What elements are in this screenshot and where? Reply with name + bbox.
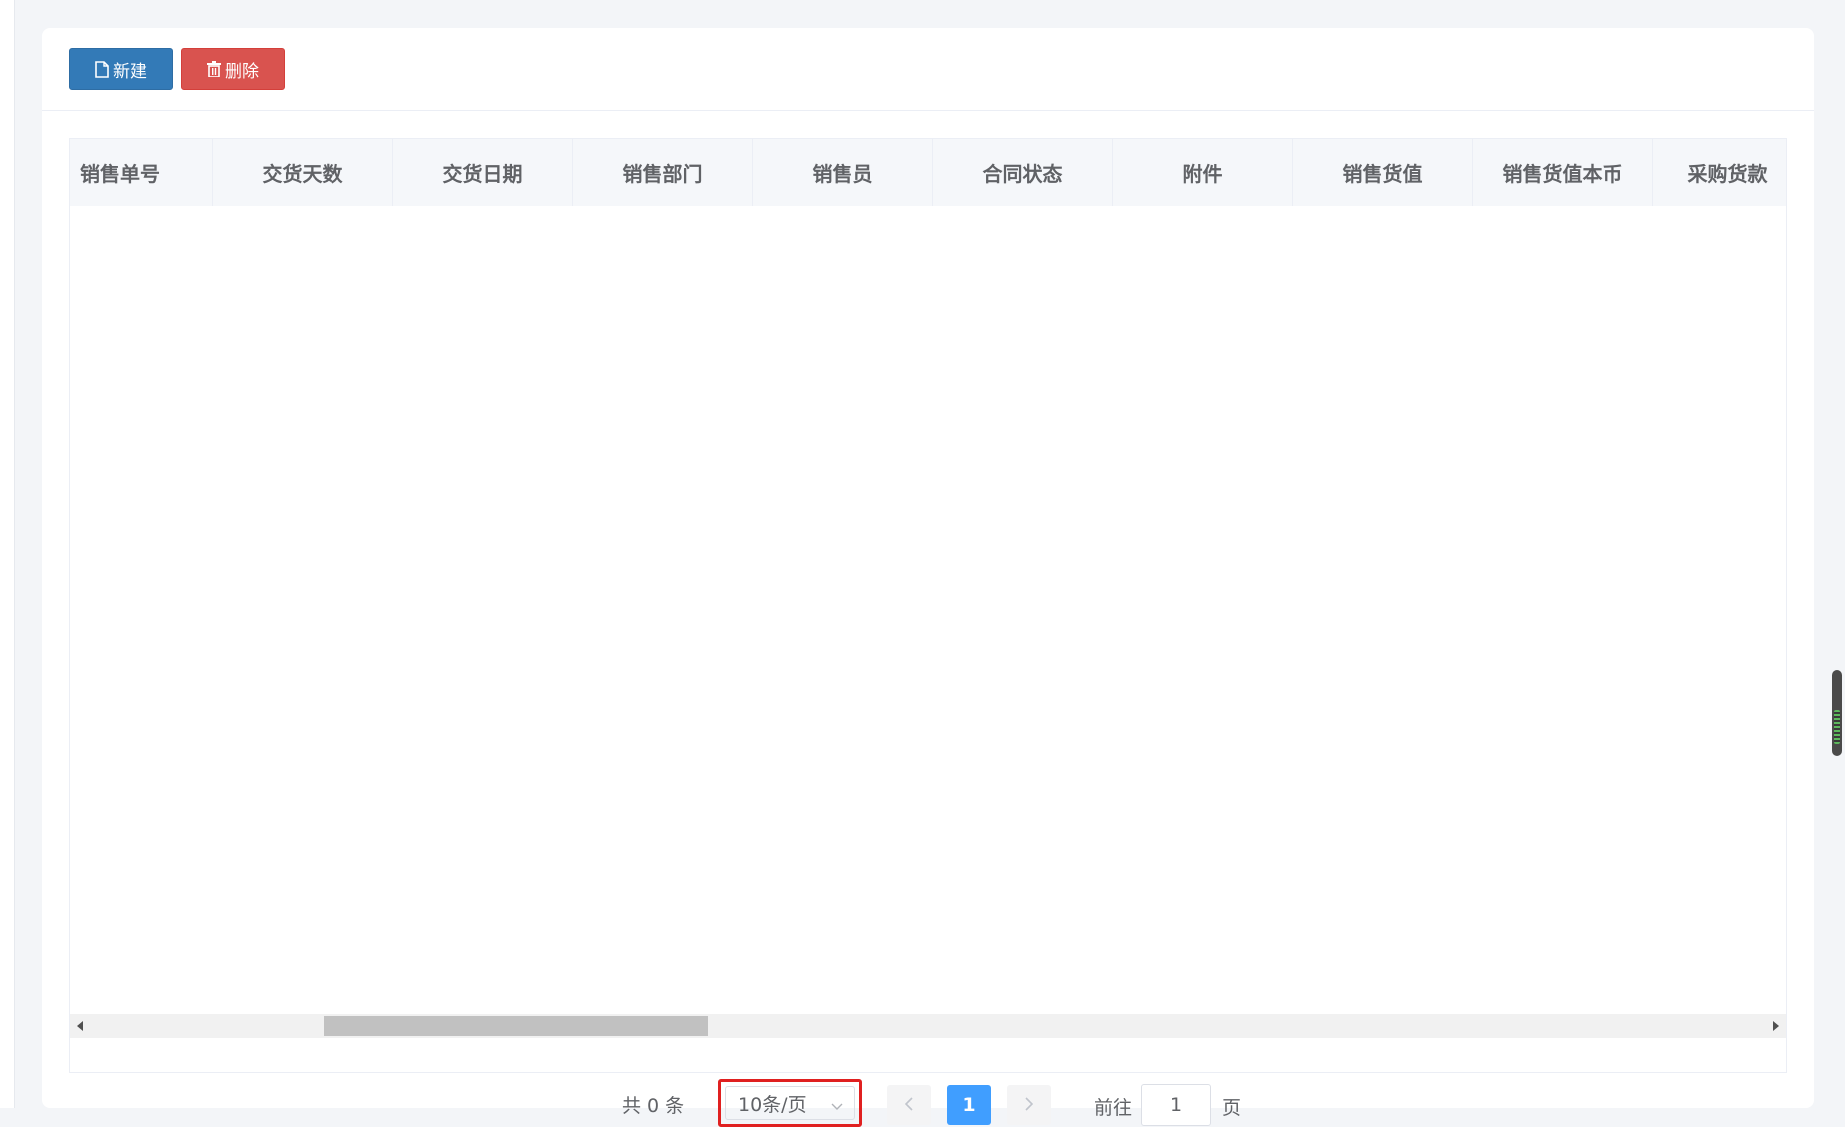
goto-page-input[interactable] bbox=[1141, 1084, 1211, 1126]
goto-label: 前往 bbox=[1094, 1097, 1133, 1119]
column-header-delivery-date[interactable]: 交货日期 bbox=[393, 139, 573, 206]
chevron-left-icon bbox=[904, 1096, 914, 1115]
column-header-contract-status[interactable]: 合同状态 bbox=[933, 139, 1113, 206]
new-button-label: 新建 bbox=[113, 61, 147, 82]
scroll-left-arrow-icon[interactable] bbox=[70, 1014, 90, 1038]
scroll-right-arrow-icon[interactable] bbox=[1766, 1014, 1786, 1038]
column-header-sales-dept[interactable]: 销售部门 bbox=[573, 139, 753, 206]
pagination: 共 0 条 10条/页 1 前往 页 bbox=[42, 1077, 1814, 1127]
table-header: 销售单号 交货天数 交货日期 销售部门 销售员 合同状态 附件 销售货值 销售货… bbox=[70, 139, 1786, 207]
horizontal-scroll-thumb[interactable] bbox=[324, 1016, 708, 1036]
delete-button-label: 删除 bbox=[225, 61, 259, 82]
main-card: 新建 删除 销售单号 交货天数 交货日期 销售部门 销售员 合同状态 附件 销售… bbox=[42, 28, 1814, 1127]
column-header-sales-no[interactable]: 销售单号 bbox=[70, 139, 213, 206]
table-body bbox=[70, 206, 1786, 1014]
file-icon bbox=[95, 60, 109, 78]
data-table: 销售单号 交货天数 交货日期 销售部门 销售员 合同状态 附件 销售货值 销售货… bbox=[69, 138, 1787, 1073]
column-header-salesperson[interactable]: 销售员 bbox=[753, 139, 933, 206]
delete-button[interactable]: 删除 bbox=[181, 48, 285, 90]
next-page-button[interactable] bbox=[1007, 1085, 1051, 1125]
column-header-delivery-days[interactable]: 交货天数 bbox=[213, 139, 393, 206]
page-size-highlight-box: 10条/页 bbox=[718, 1079, 862, 1127]
trash-icon bbox=[207, 61, 221, 77]
prev-page-button[interactable] bbox=[887, 1085, 931, 1125]
chevron-down-icon bbox=[830, 1096, 844, 1118]
vertical-scroll-thumb[interactable] bbox=[1832, 670, 1842, 756]
left-sidebar-edge bbox=[0, 0, 15, 1108]
scroll-grip-icon bbox=[1834, 710, 1840, 744]
page-size-select[interactable]: 10条/页 bbox=[725, 1086, 855, 1120]
horizontal-scrollbar[interactable] bbox=[70, 1014, 1786, 1038]
column-header-sales-value-local[interactable]: 销售货值本币 bbox=[1473, 139, 1653, 206]
new-button[interactable]: 新建 bbox=[69, 48, 173, 90]
toolbar: 新建 删除 bbox=[42, 28, 1814, 111]
column-header-sales-value[interactable]: 销售货值 bbox=[1293, 139, 1473, 206]
column-header-attachment[interactable]: 附件 bbox=[1113, 139, 1293, 206]
goto-suffix: 页 bbox=[1222, 1097, 1242, 1119]
chevron-right-icon bbox=[1024, 1096, 1034, 1115]
column-header-purchase-payment[interactable]: 采购货款 bbox=[1653, 139, 1786, 206]
pagination-total: 共 0 条 bbox=[622, 1095, 685, 1117]
page-number-current[interactable]: 1 bbox=[947, 1085, 991, 1125]
page-size-value: 10条/页 bbox=[738, 1093, 807, 1116]
